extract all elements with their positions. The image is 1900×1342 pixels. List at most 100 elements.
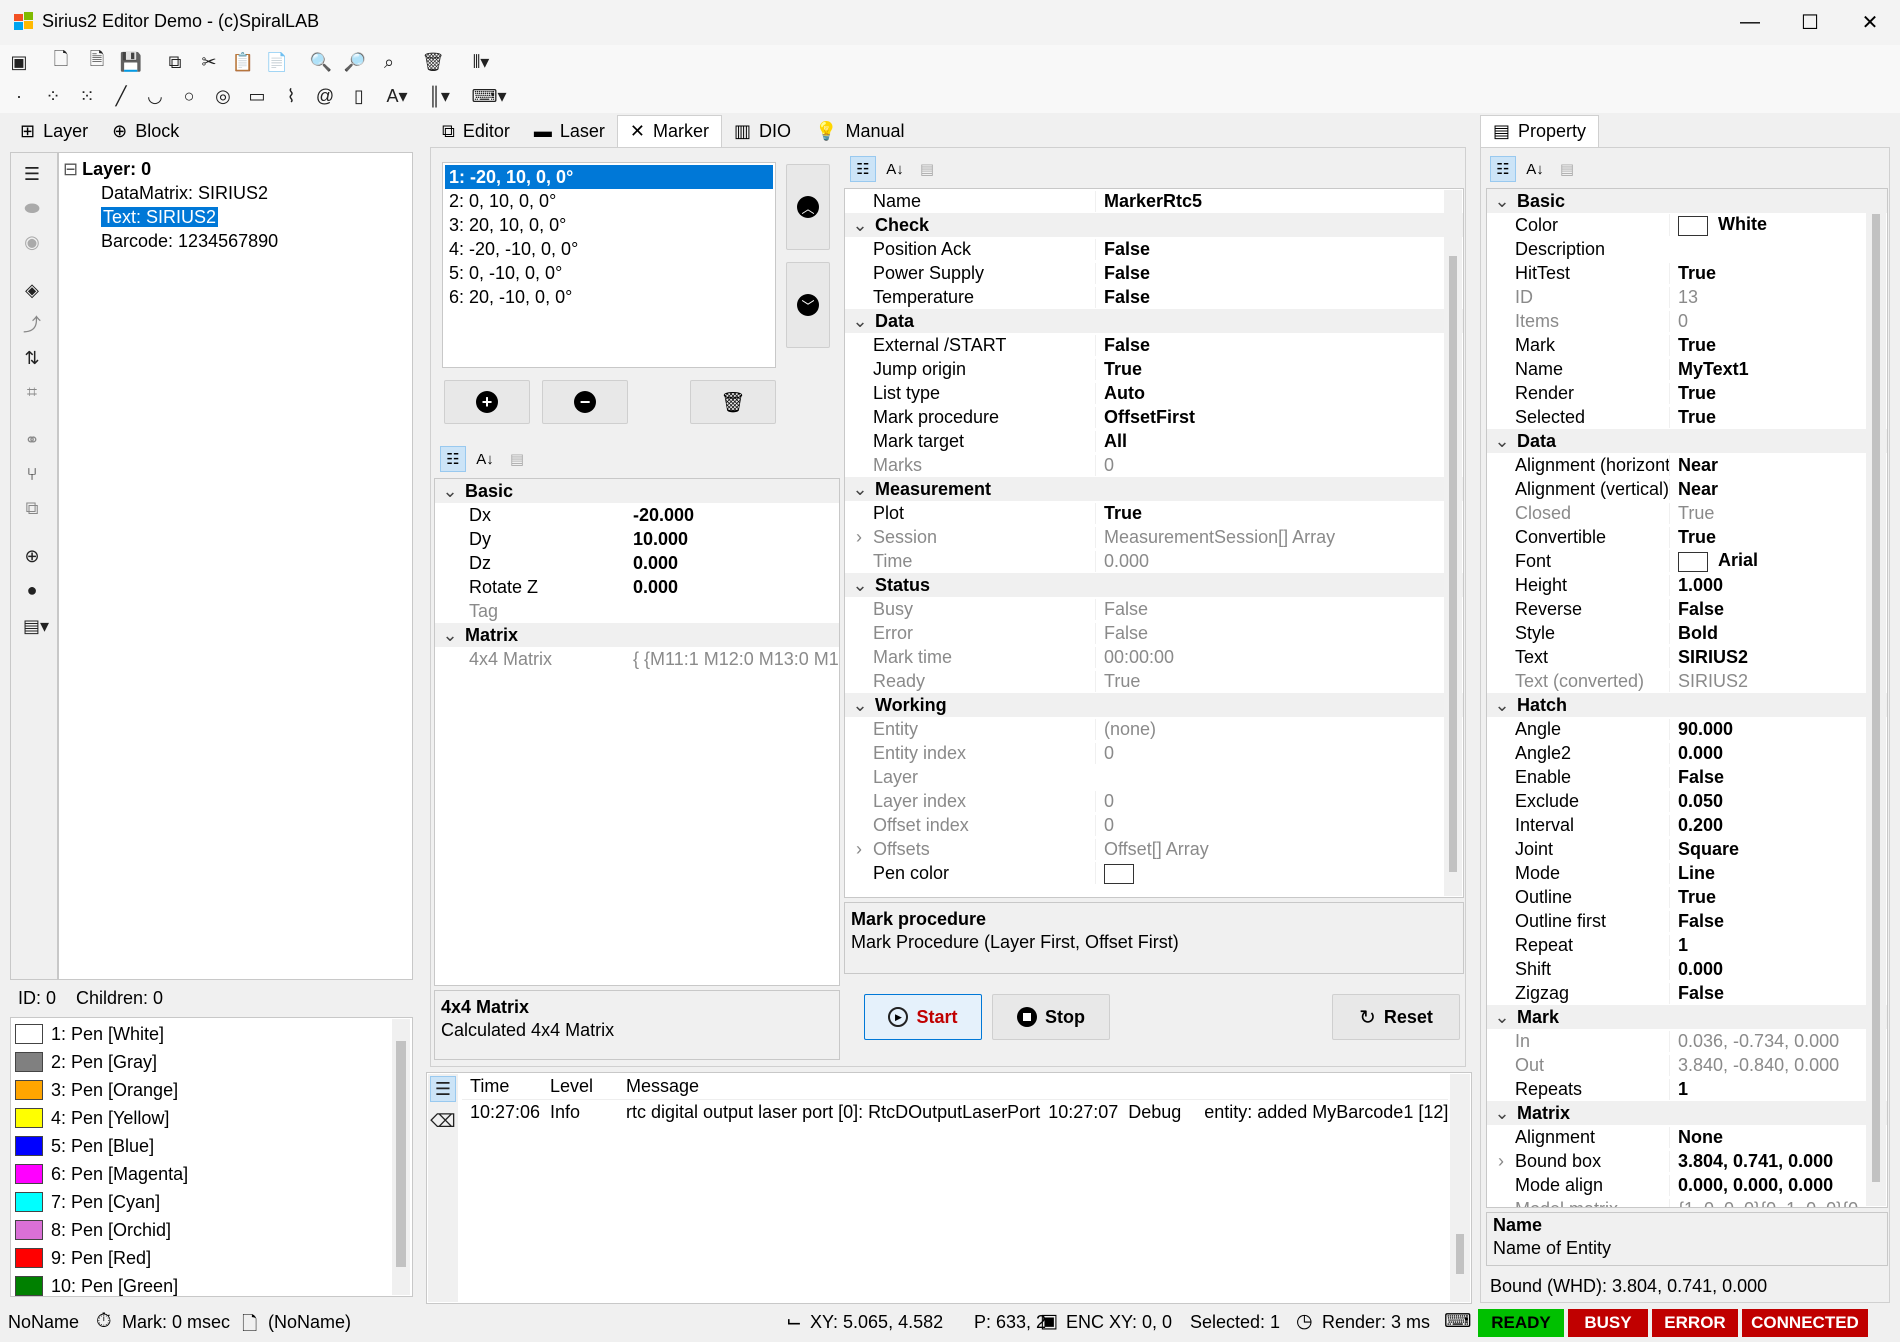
barcode-dropdown-icon[interactable]: ║▾	[420, 83, 458, 109]
prop-value[interactable]: 10.000	[625, 529, 688, 550]
prop-row[interactable]: Layer index 0	[845, 789, 1463, 813]
prop-row[interactable]: Power Supply False	[845, 261, 1463, 285]
prop-row[interactable]: Mode Line	[1487, 861, 1887, 885]
collapse-chevron-icon[interactable]: ⌄	[1487, 1103, 1517, 1124]
prop-row[interactable]: Ready True	[845, 669, 1463, 693]
log-header-message[interactable]: Message	[618, 1076, 699, 1097]
marker-scroll-thumb[interactable]	[1449, 256, 1457, 872]
collapse-chevron-icon[interactable]: ⌄	[845, 215, 875, 236]
prop-value[interactable]: 0.000	[1095, 550, 1463, 572]
prop-value[interactable]: 0.000	[625, 577, 678, 598]
log-scroll-thumb[interactable]	[1456, 1234, 1464, 1274]
tree-layer-node[interactable]: ⊟ Layer: 0	[63, 157, 408, 181]
prop-row[interactable]: Mark procedure OffsetFirst	[845, 405, 1463, 429]
prop-value[interactable]: 0	[1095, 454, 1463, 476]
marker-property-grid[interactable]: Name MarkerRtc5 ⌄ Check Position Ack False Pow…	[844, 188, 1464, 898]
collapse-chevron-icon[interactable]: ⌄	[435, 625, 465, 646]
category-basic[interactable]: ⌄ Basic	[1487, 189, 1887, 213]
spiral-icon[interactable]: @	[312, 83, 338, 109]
file-icon[interactable]: ▯	[346, 83, 372, 109]
prop-value[interactable]: 1.000	[1669, 574, 1887, 596]
prop-value[interactable]: False	[1095, 334, 1463, 356]
remove-offset-button[interactable]: −	[542, 380, 628, 424]
prop-row[interactable]: Items 0	[1487, 309, 1887, 333]
prop-row[interactable]: Mark time 00:00:00	[845, 645, 1463, 669]
prop-row[interactable]: Description	[1487, 237, 1887, 261]
categorized-icon[interactable]: ☷	[440, 446, 466, 472]
3d-icon[interactable]: ◉	[19, 229, 45, 255]
prop-row[interactable]: Dy 10.000	[435, 527, 839, 551]
prop-row[interactable]: Outline True	[1487, 885, 1887, 909]
prop-value[interactable]: 0	[1095, 742, 1463, 764]
prop-value[interactable]: Near	[1669, 454, 1887, 476]
prop-row[interactable]: Rotate Z 0.000	[435, 575, 839, 599]
prop-row[interactable]: Mark True	[1487, 333, 1887, 357]
prop-value[interactable]: 0.000, 0.000, 0.000	[1669, 1174, 1887, 1196]
prop-row[interactable]: In 0.036, -0.734, 0.000	[1487, 1029, 1887, 1053]
prop-row[interactable]: › Session MeasurementSession[] Array	[845, 525, 1463, 549]
collapse-chevron-icon[interactable]: ⌄	[845, 479, 875, 500]
prop-value[interactable]: Arial	[1669, 550, 1887, 572]
control-dropdown-icon[interactable]: ⌨▾	[470, 83, 508, 109]
prop-value[interactable]: MarkerRtc5	[1095, 190, 1463, 212]
prop-row[interactable]: Dx -20.000	[435, 503, 839, 527]
paste-array-icon[interactable]: 📄	[264, 49, 290, 75]
prop-row[interactable]: Render True	[1487, 381, 1887, 405]
prop-row[interactable]: Offset index 0	[845, 813, 1463, 837]
prop-row[interactable]: Joint Square	[1487, 837, 1887, 861]
prop-value[interactable]: 0	[1095, 814, 1463, 836]
prop-value[interactable]: SIRIUS2	[1669, 670, 1887, 692]
prop-value[interactable]: {1, 0, 0, 0}{0, 1, 0, 0}{0	[1669, 1198, 1887, 1207]
stop-button[interactable]: Stop	[992, 994, 1110, 1040]
group-icon[interactable]: ⬬	[19, 195, 45, 221]
property-pages-icon[interactable]: ▤	[504, 446, 530, 472]
category-data[interactable]: ⌄ Data	[1487, 429, 1887, 453]
alphabetical-icon[interactable]: A↓	[882, 156, 908, 182]
collapse-chevron-icon[interactable]: ⌄	[1487, 191, 1517, 212]
script-dropdown-icon[interactable]: ▤▾	[19, 613, 53, 639]
prop-value[interactable]: Square	[1669, 838, 1887, 860]
prop-row[interactable]: Mark target All	[845, 429, 1463, 453]
expand-chevron-icon[interactable]: ›	[1487, 1151, 1515, 1172]
prop-value[interactable]: Offset[] Array	[1095, 838, 1463, 860]
marker-grid-scrollbar[interactable]	[1444, 190, 1462, 896]
prop-row[interactable]: Position Ack False	[845, 237, 1463, 261]
log-header-level[interactable]: Level	[542, 1076, 618, 1097]
prop-value[interactable]: True	[1669, 406, 1887, 428]
text-dropdown-icon[interactable]: A▾	[380, 83, 414, 109]
category-measurement[interactable]: ⌄ Measurement	[845, 477, 1463, 501]
arc-icon[interactable]: ◡	[142, 83, 168, 109]
pen-item[interactable]: 5: Pen [Blue]	[11, 1132, 412, 1160]
point-icon[interactable]: ·	[6, 83, 32, 109]
pen-item[interactable]: 10: Pen [Green]	[11, 1272, 412, 1300]
prop-value[interactable]: 0	[1669, 310, 1887, 332]
prop-value[interactable]: OffsetFirst	[1095, 406, 1463, 428]
reset-button[interactable]: ↻ Reset	[1332, 994, 1460, 1040]
offset-list[interactable]: 1: -20, 10, 0, 0° 2: 0, 10, 0, 0° 3: 20, 1…	[442, 162, 776, 368]
maximize-window-button[interactable]: ☐	[1780, 0, 1840, 45]
prop-row[interactable]: Repeats 1	[1487, 1077, 1887, 1101]
prop-row[interactable]: Out 3.840, -0.840, 0.000	[1487, 1053, 1887, 1077]
prop-value[interactable]: False	[1095, 622, 1463, 644]
close-window-button[interactable]: ✕	[1840, 0, 1900, 45]
align-dropdown-icon[interactable]: ⫴▾	[462, 49, 500, 75]
prop-row[interactable]: Text SIRIUS2	[1487, 645, 1887, 669]
prop-row[interactable]: Tag	[435, 599, 839, 623]
prop-value[interactable]: True	[1669, 502, 1887, 524]
delete-icon[interactable]: 🗑	[420, 49, 446, 75]
prop-row[interactable]: Model matrix {1, 0, 0, 0}{0, 1, 0, 0}{0	[1487, 1197, 1887, 1207]
branch-icon[interactable]: ⑂	[19, 461, 45, 487]
log-scrollbar[interactable]	[1450, 1074, 1470, 1302]
clear-offsets-button[interactable]: 🗑	[690, 380, 776, 424]
prop-row[interactable]: Repeat 1	[1487, 933, 1887, 957]
prop-row[interactable]: Selected True	[1487, 405, 1887, 429]
prop-row[interactable]: Name MarkerRtc5	[845, 189, 1463, 213]
tab-manual[interactable]: 💡 Manual	[803, 115, 916, 147]
prop-row[interactable]: Interval 0.200	[1487, 813, 1887, 837]
category-basic[interactable]: ⌄ Basic	[435, 479, 839, 503]
prop-row[interactable]: Pen color	[845, 861, 1463, 885]
prop-value[interactable]: True	[1669, 262, 1887, 284]
pen-item[interactable]: 2: Pen [Gray]	[11, 1048, 412, 1076]
prop-row[interactable]: Name MyText1	[1487, 357, 1887, 381]
tab-marker[interactable]: ✕ Marker	[616, 115, 723, 147]
